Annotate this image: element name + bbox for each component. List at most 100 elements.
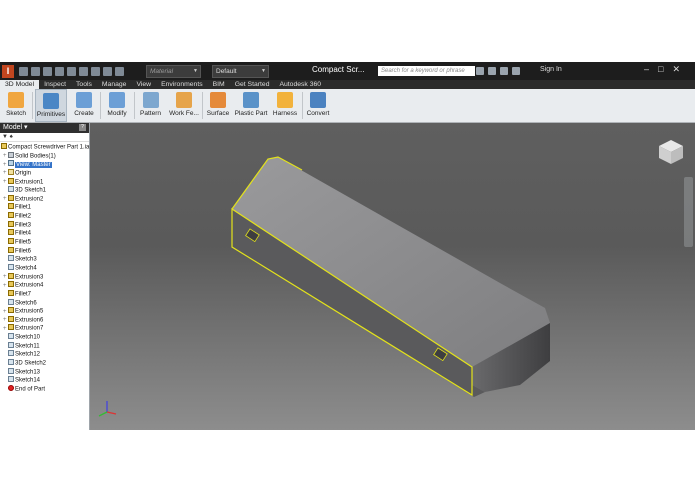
tree-node-label: Sketch10 [15,334,41,341]
tree-node-label: Fillet5 [15,239,32,246]
sign-in-link[interactable]: Sign In [540,66,562,73]
tab-bim[interactable]: BIM [208,80,230,89]
tab-environments[interactable]: Environments [156,80,208,89]
tree-node[interactable]: Sketch13 [0,367,89,377]
tree-node[interactable]: + Extrusion2 [0,194,89,204]
tree-node-label: Compact Screwdriver Part 1.ia [8,144,90,151]
surface-label: Surface [206,110,230,117]
part-icon [1,143,7,149]
tree-node[interactable]: Fillet2 [0,212,89,221]
divider [302,92,303,119]
binoculars-icon[interactable] [476,67,484,75]
harness-button[interactable]: Harness [271,89,299,122]
primitives-button[interactable]: Primitives [35,89,67,122]
tree-node[interactable]: Compact Screwdriver Part 1.ia [0,143,89,152]
feature-icon [8,203,14,210]
tree-node[interactable]: Sketch10 [0,333,89,342]
tree-node[interactable]: Fillet6 [0,246,89,256]
redo-icon[interactable] [67,66,76,76]
tree-node[interactable]: Sketch14 [0,376,89,385]
browser-header[interactable]: Model ▾ ? [0,123,89,133]
plastic-part-button[interactable]: Plastic Part [233,89,269,122]
feature-icon [8,289,14,296]
open-file-icon[interactable] [31,66,40,76]
tree-node[interactable]: + Extrusion3 [0,272,89,282]
select-icon[interactable] [103,66,112,76]
new-file-icon[interactable] [19,66,28,76]
chevron-down-icon[interactable]: ▾ [22,124,28,131]
tab-view[interactable]: View [131,80,156,89]
app-logo-icon[interactable]: I [2,64,14,78]
plastic-part-icon [243,92,259,108]
tree-node[interactable]: Fillet4 [0,229,89,238]
graphics-viewport[interactable] [90,123,695,430]
pattern-button[interactable]: Pattern [137,89,164,122]
sketch-icon [8,367,14,374]
pattern-icon [142,92,159,108]
home-icon[interactable] [79,66,88,76]
tree-node-label: 3D Sketch2 [15,360,47,367]
navigation-bar[interactable] [684,177,693,247]
tree-node-label: Sketch11 [15,343,40,350]
tab-manage[interactable]: Manage [97,80,132,89]
harness-icon [277,92,293,108]
search-input[interactable]: Search for a keyword or phrase [378,66,475,76]
tree-node[interactable]: 3D Sketch2 [0,359,89,368]
tree-node[interactable]: 3D Sketch1 [0,186,89,195]
sketch-icon [8,376,14,383]
viewcube-icon[interactable] [657,138,685,168]
tree-node[interactable]: Sketch6 [0,298,89,308]
harness-label: Harness [272,110,298,117]
tree-node[interactable]: Fillet1 [0,203,89,212]
appearance-select[interactable]: Default ▼ [212,65,269,78]
tree-node[interactable]: Fillet3 [0,220,89,230]
tree-node[interactable]: + View: Master [0,160,89,169]
tab-inspect[interactable]: Inspect [39,80,71,89]
tab-tools[interactable]: Tools [71,80,97,89]
material-select[interactable]: Material ▼ [146,65,201,78]
window-controls[interactable]: –□✕ [644,64,689,75]
tree-node[interactable]: Sketch12 [0,350,89,359]
tree-node[interactable]: + Solid Bodies(1) [0,151,89,161]
tree-node[interactable]: + Extrusion7 [0,324,89,333]
sketch-icon [8,255,14,262]
user-icon[interactable] [512,67,520,75]
extrude-icon [76,92,92,108]
tree-node[interactable]: + Origin [0,168,89,178]
sketch-icon [8,92,24,108]
surface-button[interactable]: Surface [205,89,231,122]
save-icon[interactable] [43,66,52,76]
tab-autodesk-360[interactable]: Autodesk 360 [274,80,326,89]
update-icon[interactable] [91,66,100,76]
modify-button[interactable]: Modify [104,89,130,122]
star-icon[interactable] [500,67,508,75]
tab-3d-model[interactable]: 3D Model [0,80,40,89]
tree-node[interactable]: Sketch11 [0,341,89,351]
browser-title[interactable]: Model [3,124,22,131]
axis-triad-icon [96,396,118,420]
model-canvas[interactable] [90,123,695,430]
divider [134,92,135,119]
tab-get-started[interactable]: Get Started [230,80,275,89]
tree-node[interactable]: Fillet7 [0,289,89,299]
create-button[interactable]: Create [71,89,97,122]
browser-filter-toolbar[interactable]: ▼ ♠ [0,133,89,142]
undo-icon[interactable] [55,66,64,76]
modify-icon [109,92,125,108]
tree-node[interactable]: + Extrusion1 [0,177,89,187]
color-icon[interactable] [115,66,124,76]
tree-node[interactable]: + Extrusion4 [0,281,89,290]
tree-node[interactable]: End of Part [0,384,89,394]
help-icon[interactable]: ? [79,124,86,131]
tree-node[interactable]: + Extrusion5 [0,307,89,316]
tree-node[interactable]: + Extrusion6 [0,315,89,325]
tree-node[interactable]: Fillet5 [0,238,89,247]
convert-button[interactable]: Convert [304,89,332,122]
communication-icon[interactable] [488,67,496,75]
tree-node[interactable]: Sketch3 [0,255,89,264]
title-bar: I Material ▼ Default ▼ Compact Scr... Se… [0,62,695,80]
tree-node[interactable]: Sketch4 [0,263,89,273]
feature-icon [8,315,14,322]
sketch-button[interactable]: Sketch [3,89,29,122]
work-features-button[interactable]: Work Fe... [168,89,200,122]
